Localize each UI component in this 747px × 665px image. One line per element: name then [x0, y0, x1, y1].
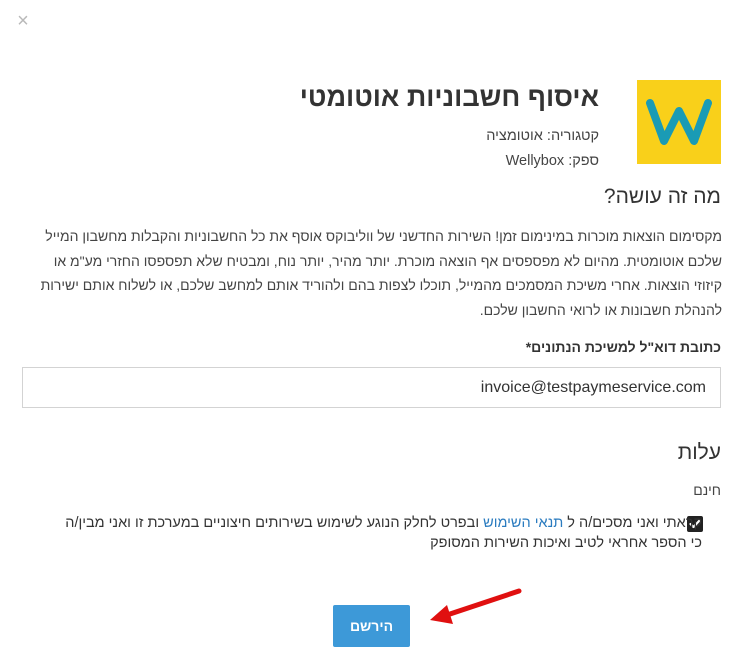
pricing-heading: עלות	[677, 441, 721, 464]
terms-text: קראתי ואני מסכים/ה ל תנאי השימוש ובפרט ל…	[62, 513, 702, 553]
red-arrow-annotation	[430, 588, 522, 624]
page-title: איסוף חשבוניות אוטומטי	[299, 82, 599, 112]
terms-text-before: קראתי ואני מסכים/ה ל	[563, 515, 702, 531]
wellybox-logo	[637, 80, 721, 164]
email-field[interactable]	[22, 367, 721, 408]
about-description: מקסימום הוצאות מוכרות במינימום זמן! השיר…	[40, 228, 722, 318]
email-field-label: כתובת דוא"ל למשיכת הנתונים*	[525, 339, 721, 355]
register-button[interactable]: הירשם	[333, 605, 410, 647]
wellybox-logo-mark	[646, 99, 712, 145]
category-text: קטגוריה: אוטומציה	[486, 128, 599, 144]
terms-of-use-link[interactable]: תנאי השימוש	[483, 515, 563, 531]
about-heading: מה זה עושה?	[603, 185, 721, 208]
provider-text: ספק: Wellybox	[505, 153, 599, 169]
close-icon[interactable]: ×	[14, 11, 32, 31]
price-text: חינם	[693, 482, 721, 498]
